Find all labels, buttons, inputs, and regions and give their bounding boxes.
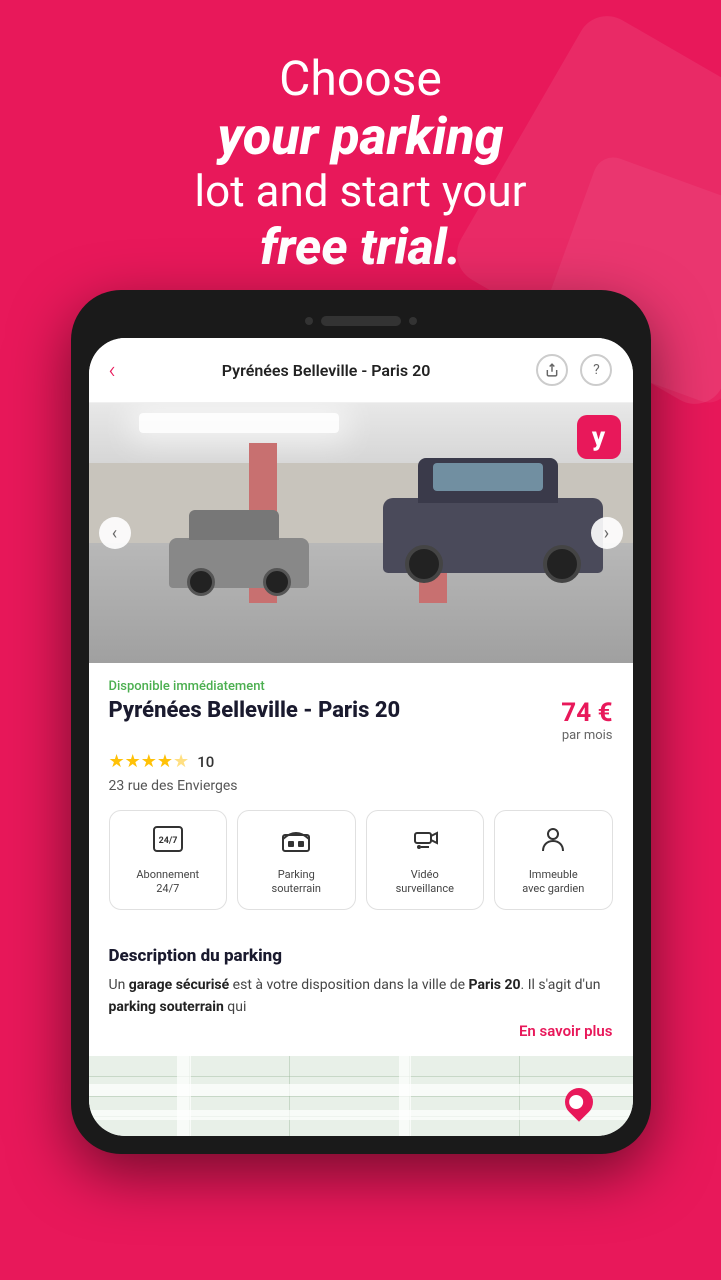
notch-dot-1 [305, 317, 313, 325]
map-preview[interactable] [89, 1056, 633, 1136]
feature-guard-label: Immeubleavec gardien [503, 868, 604, 897]
parking-title-row: Pyrénées Belleville - Paris 20 74 € par … [109, 698, 613, 743]
feature-underground: Parkingsouterrain [237, 810, 356, 910]
phone-frame: ‹ Pyrénées Belleville - Paris 20 ? [71, 290, 651, 1154]
rating-stars: ★★★★★ [109, 751, 190, 772]
phone-screen: ‹ Pyrénées Belleville - Paris 20 ? [89, 338, 633, 1136]
feature-247-label: Abonnement24/7 [118, 868, 219, 897]
map-grid [89, 1096, 633, 1097]
parking-name: Pyrénées Belleville - Paris 20 [109, 698, 401, 723]
map-road [89, 1084, 633, 1096]
parking-address: 23 rue des Envierges [109, 778, 613, 794]
headline-line4: free trial. [60, 218, 661, 278]
feature-247: 24/7 Abonnement24/7 [109, 810, 228, 910]
description-text: Un garage sécurisé est à votre dispositi… [109, 974, 613, 1019]
feature-underground-icon [246, 823, 347, 862]
share-icon[interactable] [536, 354, 568, 386]
wheel-rl [263, 568, 291, 596]
notch-dot-2 [409, 317, 417, 325]
ceiling-light [139, 413, 339, 433]
feature-guard-icon [503, 823, 604, 862]
feature-cctv-label: Vidéosurveillance [375, 868, 476, 897]
left-arrow-icon: ‹ [112, 523, 117, 544]
price-amount: 74 € [561, 698, 612, 728]
right-arrow-icon: › [604, 523, 609, 544]
wheel-fr [405, 545, 443, 583]
car-body-2 [383, 498, 603, 573]
image-next-button[interactable]: › [591, 517, 623, 549]
notch-pill [321, 316, 401, 326]
feature-cctv-icon [375, 823, 476, 862]
header-section: Choose your parking lot and start your f… [0, 0, 721, 308]
headline-line3: lot and start your [60, 165, 661, 218]
headline-line2: your parking [60, 108, 661, 165]
car-top-2 [418, 458, 558, 503]
svg-text:24/7: 24/7 [158, 836, 177, 846]
feature-247-icon: 24/7 [118, 823, 219, 862]
logo-letter: y [592, 422, 605, 452]
description-title: Description du parking [109, 946, 613, 966]
car-top-1 [189, 510, 279, 540]
description-section: Description du parking Un garage sécuris… [89, 946, 633, 1057]
headline-line1: Choose [60, 50, 661, 108]
features-grid: 24/7 Abonnement24/7 [109, 810, 613, 910]
map-grid [289, 1056, 290, 1136]
read-more-link[interactable]: En savoir plus [109, 1022, 613, 1040]
back-button[interactable]: ‹ [109, 356, 116, 384]
map-grid [89, 1076, 633, 1077]
app-title: Pyrénées Belleville - Paris 20 [222, 361, 431, 380]
feature-guard: Immeubleavec gardien [494, 810, 613, 910]
car-2 [383, 498, 603, 608]
phone-notch [89, 308, 633, 338]
price-period: par mois [561, 728, 612, 743]
app-header: ‹ Pyrénées Belleville - Paris 20 ? [89, 338, 633, 403]
wheel-rr [543, 545, 581, 583]
car-body-1 [169, 538, 309, 588]
image-prev-button[interactable]: ‹ [99, 517, 131, 549]
map-road [177, 1056, 191, 1136]
rating-row: ★★★★★ 10 [109, 751, 613, 772]
feature-underground-label: Parkingsouterrain [246, 868, 347, 897]
map-road [399, 1056, 411, 1136]
parking-info: Disponible immédiatement Pyrénées Bellev… [89, 663, 633, 946]
header-icons: ? [536, 354, 612, 386]
availability-badge: Disponible immédiatement [109, 679, 613, 694]
wheel-fl [187, 568, 215, 596]
map-grid [519, 1056, 520, 1136]
help-icon[interactable]: ? [580, 354, 612, 386]
phone-mockup: ‹ Pyrénées Belleville - Paris 20 ? [71, 290, 651, 1154]
map-road [89, 1110, 633, 1120]
parking-scene [89, 403, 633, 663]
rating-count: 10 [197, 753, 214, 771]
car-window [433, 463, 543, 491]
car-1 [169, 538, 309, 608]
feature-cctv: Vidéosurveillance [366, 810, 485, 910]
app-logo-badge: y [577, 415, 621, 459]
price-block: 74 € par mois [561, 698, 612, 743]
parking-image: y ‹ › [89, 403, 633, 663]
